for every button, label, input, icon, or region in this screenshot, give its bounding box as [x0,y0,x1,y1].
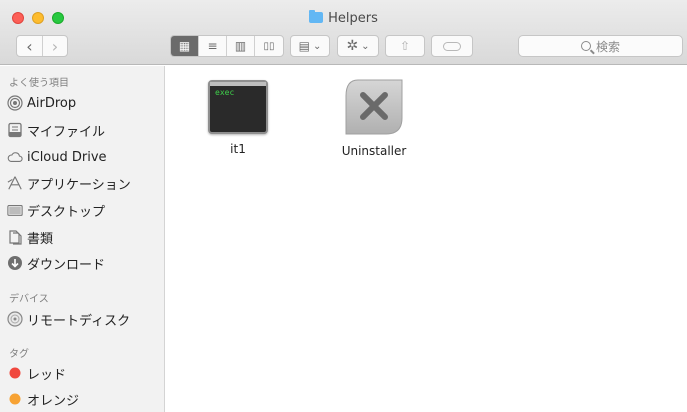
column-view-button[interactable]: ▥ [227,36,255,56]
arrange-icon: ▤ [298,39,310,53]
arrange-button[interactable]: ▤ ⌄ [290,35,330,57]
tag-red-icon [7,365,23,381]
exec-terminal-icon: exec [208,80,268,134]
share-button[interactable]: ⇧ [385,35,425,57]
tag-icon [443,41,461,51]
icon-view-button[interactable]: ▦ [171,36,199,56]
back-forward-control: ‹ › [16,35,68,57]
airdrop-icon [7,95,23,111]
cloud-icon [7,149,23,165]
sidebar-item-remote-disc[interactable]: リモートディスク [7,309,131,329]
sidebar-item-applications[interactable]: アプリケーション [7,173,131,193]
sidebar-item-label: レッド [27,367,67,383]
documents-icon [7,229,23,245]
sidebar-item-label: マイファイル [27,124,106,140]
desktop-icon [7,202,23,218]
all-files-icon [7,122,23,138]
view-mode-control: ▦ ≡ ▥ ▯▯ [170,35,284,57]
action-button[interactable]: ✲ ⌄ [337,35,379,57]
file-name: it1 [230,142,246,156]
sidebar-item-label: iCloud Drive [27,149,107,165]
sidebar-item-label: ダウンロード [27,257,106,273]
remote-disc-icon [7,311,23,327]
file-browser: exec it1 Uninstaller [166,66,687,412]
sidebar-section-heading: デバイス [9,294,49,305]
window-title: Helpers [0,10,687,26]
share-icon: ⇧ [399,39,411,53]
file-item-it1[interactable]: exec it1 [188,80,288,156]
sidebar-item-label: アプリケーション [27,177,131,193]
tag-orange-icon [7,391,23,407]
sidebar-item-label: リモートディスク [27,313,131,329]
sidebar-item-all-files[interactable]: マイファイル [8,120,106,140]
folder-icon [309,10,324,23]
sidebar-item-label: AirDrop [27,95,77,111]
chevron-down-icon: ⌄ [361,40,370,52]
sidebar-item-label: 書類 [27,231,54,247]
file-name: Uninstaller [341,144,407,158]
sidebar-item-documents[interactable]: 書類 [9,227,54,247]
sidebar-item-airdrop[interactable]: AirDrop [7,93,77,113]
edit-tags-button[interactable] [431,35,473,57]
sidebar: よく使う項目 AirDrop マイファイル iCloud Drive アプリケー… [0,66,165,412]
exec-icon-text: exec [215,88,235,97]
sidebar-section-heading: タグ [9,349,29,360]
back-button[interactable]: ‹ [17,36,43,56]
sidebar-item-label: デスクトップ [27,204,106,220]
applications-icon [7,175,23,191]
gear-icon: ✲ [346,38,359,54]
finder-window: Helpers ‹ › ▦ ≡ ▥ ▯▯ ▤ ⌄ ✲ ⌄ ⇧ 検索 よく使う項目… [0,0,687,412]
sidebar-section-heading: よく使う項目 [9,78,69,89]
sidebar-item-icloud-drive[interactable]: iCloud Drive [7,147,107,167]
file-item-uninstaller[interactable]: Uninstaller [324,78,424,158]
sidebar-item-desktop[interactable]: デスクトップ [7,200,106,220]
chevron-down-icon: ⌄ [312,40,322,52]
forward-button[interactable]: › [43,36,67,56]
search-icon [580,41,591,51]
sidebar-item-tag-red[interactable]: レッド [9,363,67,383]
list-view-button[interactable]: ≡ [199,36,227,56]
sidebar-item-tag-orange[interactable]: オレンジ [9,389,80,409]
downloads-icon [7,255,23,271]
window-title-text: Helpers [328,11,378,26]
sidebar-item-label: オレンジ [27,393,80,409]
cover-flow-view-button[interactable]: ▯▯ [255,36,283,56]
uninstaller-icon [344,78,404,136]
search-field[interactable]: 検索 [518,35,683,57]
search-placeholder: 検索 [595,39,620,54]
sidebar-item-downloads[interactable]: ダウンロード [8,253,106,273]
toolbar: Helpers ‹ › ▦ ≡ ▥ ▯▯ ▤ ⌄ ✲ ⌄ ⇧ 検索 [0,0,687,65]
